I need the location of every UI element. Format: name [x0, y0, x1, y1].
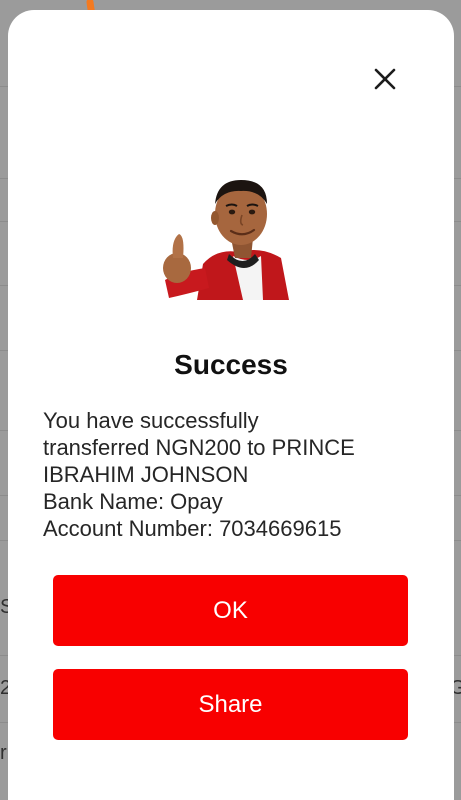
message-line: Account Number: 7034669615: [43, 516, 342, 541]
message-line: transferred NGN200 to PRINCE: [43, 435, 355, 460]
message-line: You have successfully: [43, 408, 259, 433]
message-line: IBRAHIM JOHNSON: [43, 462, 249, 487]
close-icon: [374, 68, 396, 90]
dialog-message: You have successfully transferred NGN200…: [43, 407, 413, 542]
background-text-fragment: r: [0, 742, 7, 764]
ok-button[interactable]: OK: [53, 575, 408, 646]
share-button[interactable]: Share: [53, 669, 408, 740]
thumbs-up-character-avatar: [163, 180, 289, 300]
dialog-title: Success: [174, 349, 288, 380]
message-line: Bank Name: Opay: [43, 489, 223, 514]
success-dialog: Success You have successfully transferre…: [8, 10, 454, 800]
close-button[interactable]: [368, 62, 402, 96]
